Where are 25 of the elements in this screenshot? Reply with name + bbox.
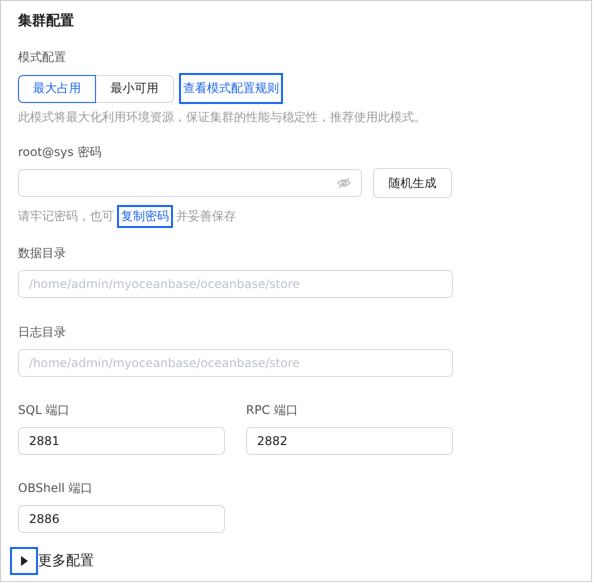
field-label: RPC 端口 xyxy=(246,402,299,418)
log-directory-field[interactable]: /home/admin/myoceanbase/oceanbase/store xyxy=(18,349,453,377)
rules-link[interactable]: 查看模式配置规则 xyxy=(179,73,283,104)
copy-password-link[interactable]: 复制密码 xyxy=(117,205,173,228)
field-label: root@sys 密码 xyxy=(18,144,102,160)
mode-option[interactable]: 最小可用 xyxy=(96,74,174,102)
hint-text: 并妥善保存 xyxy=(176,208,236,225)
port-field[interactable]: 2882 xyxy=(246,427,453,455)
mode-option[interactable]: 最大占用 xyxy=(18,74,96,102)
port-field[interactable]: 2886 xyxy=(18,505,225,533)
section-title: 集群配置 xyxy=(18,12,75,30)
port-field[interactable]: 2881 xyxy=(18,427,225,455)
password-field[interactable] xyxy=(18,169,362,197)
field-label: 模式配置 xyxy=(18,49,67,65)
hidden-eye-icon[interactable] xyxy=(337,177,351,189)
field-label: 日志目录 xyxy=(18,324,67,340)
generate-button[interactable]: 随机生成 xyxy=(373,168,452,198)
field-label: SQL 端口 xyxy=(18,402,71,418)
field-label: 数据目录 xyxy=(18,245,67,261)
field-label: OBShell 端口 xyxy=(18,480,94,496)
data-directory-field[interactable]: /home/admin/myoceanbase/oceanbase/store xyxy=(18,270,453,298)
expand-toggle[interactable] xyxy=(10,547,38,575)
mode-description: 此模式将最大化利用环境资源，保证集群的性能与稳定性，推荐使用此模式。 xyxy=(18,109,427,125)
caret-icon xyxy=(20,556,28,566)
hint-text: 请牢记密码，也可 xyxy=(18,208,114,225)
